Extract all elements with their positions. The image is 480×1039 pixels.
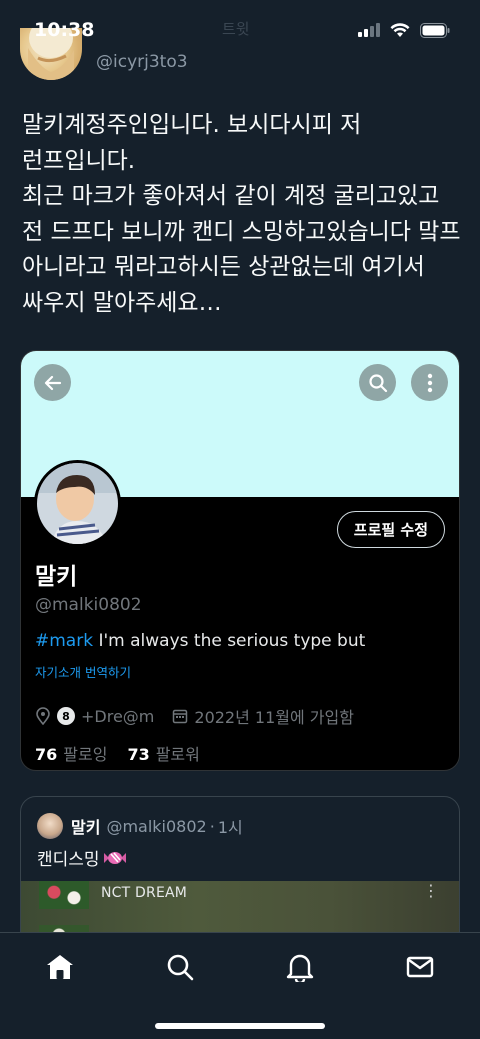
back-arrow-icon bbox=[44, 375, 61, 390]
quoted-tweet-header: 말키 @malki0802 · 1시 bbox=[37, 813, 243, 839]
followers-link[interactable]: 73 팔로워 bbox=[127, 741, 199, 765]
embedded-profile-image[interactable]: 프로필 수정 말키 @malki0802 #mark I'm always th… bbox=[20, 350, 460, 771]
bio-hashtag[interactable]: #mark bbox=[35, 631, 93, 651]
back-button[interactable] bbox=[34, 364, 71, 401]
search-icon bbox=[167, 954, 194, 981]
nav-search[interactable] bbox=[160, 947, 200, 987]
profile-more-button[interactable] bbox=[411, 364, 448, 401]
home-indicator bbox=[155, 1023, 325, 1029]
quoted-author-name[interactable]: 말키 bbox=[71, 814, 100, 838]
location-badge: 8 bbox=[57, 707, 75, 725]
translate-bio-link[interactable]: 자기소개 번역하기 bbox=[35, 662, 131, 681]
meta-separator: · bbox=[209, 816, 215, 836]
calendar-icon bbox=[173, 709, 188, 724]
avatar-photo bbox=[37, 463, 118, 544]
nav-notifications[interactable] bbox=[280, 947, 320, 987]
following-label: 팔로잉 bbox=[63, 745, 108, 764]
more-icon bbox=[427, 373, 432, 392]
nav-messages[interactable] bbox=[400, 947, 440, 987]
profile-search-button[interactable] bbox=[359, 364, 396, 401]
bio-text: I'm always the serious type but bbox=[93, 631, 366, 651]
status-time: 10:38 bbox=[34, 19, 95, 41]
profile-joined: 2022년 11월에 가입함 bbox=[172, 704, 354, 728]
bottom-nav bbox=[0, 932, 480, 1039]
search-icon bbox=[368, 373, 387, 392]
profile-name: 말키 bbox=[35, 564, 78, 590]
profile-meta: 8 +Dre@m 2022년 11월에 가입함 bbox=[35, 704, 372, 728]
profile-stats: 76 팔로잉 73 팔로워 bbox=[35, 741, 220, 765]
battery-icon bbox=[420, 22, 450, 38]
followers-label: 팔로워 bbox=[155, 745, 200, 764]
followers-count: 73 bbox=[127, 745, 150, 764]
quoted-tweet-text: 캔디스밍 bbox=[37, 845, 128, 870]
quoted-author-handle[interactable]: @malki0802 bbox=[106, 817, 206, 836]
candy-emoji-icon bbox=[103, 851, 126, 864]
edit-profile-button[interactable]: 프로필 수정 bbox=[336, 511, 445, 548]
nav-home[interactable] bbox=[40, 947, 80, 987]
location-text: +Dre@m bbox=[81, 706, 155, 726]
status-bar: 10:38 bbox=[0, 0, 480, 60]
media-more-icon[interactable]: ⋮ bbox=[423, 881, 439, 900]
profile-avatar[interactable] bbox=[34, 460, 121, 547]
messages-icon bbox=[406, 956, 434, 978]
quoted-text: 캔디스밍 bbox=[37, 850, 100, 870]
quoted-timestamp: 1시 bbox=[217, 818, 243, 837]
profile-bio: #mark I'm always the serious type but bbox=[35, 631, 365, 651]
album-cover-thumbnail bbox=[39, 881, 89, 909]
wifi-icon bbox=[390, 22, 410, 37]
notifications-icon bbox=[286, 954, 314, 982]
quoted-author-avatar[interactable] bbox=[37, 813, 63, 839]
profile-handle: @malki0802 bbox=[35, 595, 142, 615]
joined-text: 2022년 11월에 가입함 bbox=[194, 708, 354, 727]
media-artist-title: NCT DREAM bbox=[101, 885, 188, 901]
following-count: 76 bbox=[35, 745, 58, 764]
following-link[interactable]: 76 팔로잉 bbox=[35, 741, 107, 765]
profile-location: 8 +Dre@m bbox=[35, 707, 154, 726]
signal-icon bbox=[358, 23, 380, 37]
status-icons bbox=[358, 22, 450, 38]
home-icon bbox=[47, 955, 73, 979]
location-pin-icon bbox=[36, 707, 50, 725]
tweet-text: 말키계정주인입니다. 보시다시피 저 런프입니다. 최근 마크가 좋아져서 같이… bbox=[22, 112, 461, 316]
